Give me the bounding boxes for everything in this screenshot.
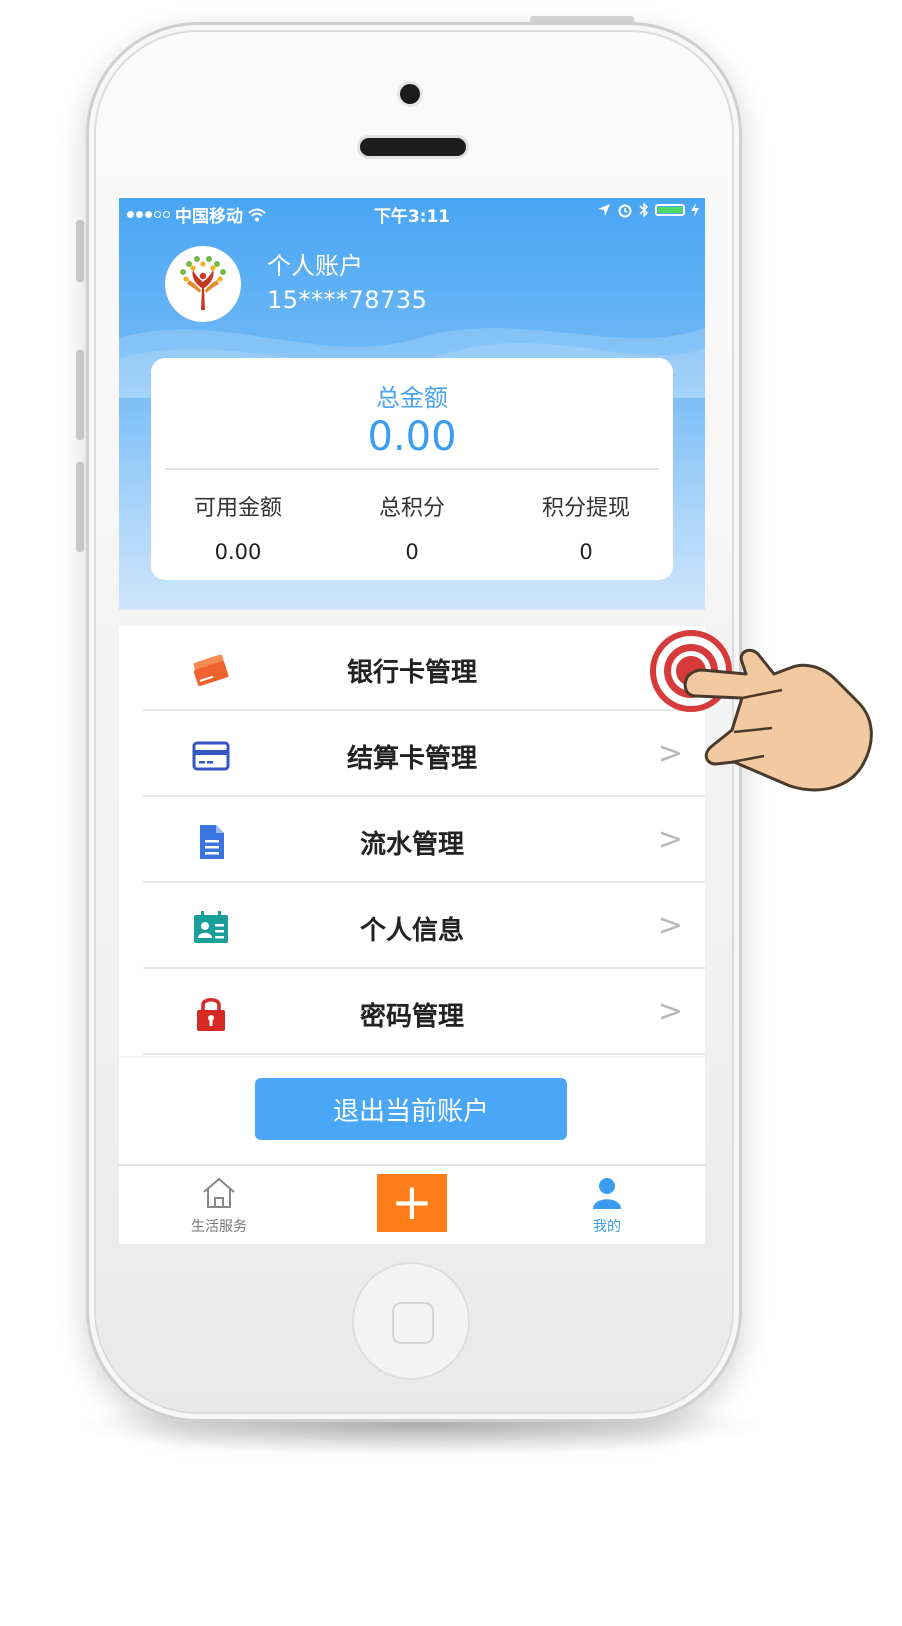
tab-bar: 生活服务 + 我的 [119,1164,705,1244]
divider [143,709,705,711]
divider [143,881,705,883]
chevron-right-icon: > [657,822,683,857]
volume-up-button [76,350,84,440]
chevron-right-icon: > [657,994,683,1029]
tree-logo-icon [167,248,239,320]
menu-item-label: 个人信息 [359,916,464,946]
alarm-icon [618,204,632,218]
charging-bolt-icon [691,203,699,217]
stat-value: 0 [579,540,593,564]
mute-switch [76,220,84,282]
bluetooth-icon [639,202,649,218]
menu-item-label: 流水管理 [359,830,464,860]
card-divider [165,468,659,470]
add-button[interactable]: + [377,1174,447,1232]
menu-item-bank-card[interactable]: 银行卡管理 > [119,626,705,711]
account-header: 中国移动 下午3:11 个人账户 15****78735 总金额 0.00 可用… [119,198,705,610]
total-amount-label: 总金额 [376,384,448,412]
tab-label: 生活服务 [191,1219,247,1235]
battery-icon [655,204,685,216]
app-screen: 中国移动 下午3:11 个人账户 15****78735 总金额 0.00 可用… [119,198,705,1244]
user-icon [593,1178,621,1209]
earpiece-speaker [360,138,466,156]
status-bar: 中国移动 下午3:11 [119,198,705,228]
stat-available-amount[interactable]: 可用金额 0.00 [151,490,325,564]
menu-item-label: 银行卡管理 [346,658,477,688]
avatar[interactable] [165,246,241,322]
menu-item-label: 密码管理 [359,1002,464,1032]
location-arrow-icon [598,204,610,216]
menu-item-personal-info[interactable]: 个人信息 > [119,884,705,969]
menu-item-password[interactable]: 密码管理 > [119,970,705,1055]
stat-label: 总积分 [378,496,445,521]
balance-card: 总金额 0.00 可用金额 0.00 总积分 0 积分提现 0 [151,358,673,580]
menu-item-settlement-card[interactable]: 结算卡管理 > [119,712,705,797]
volume-down-button [76,462,84,552]
menu-item-label: 结算卡管理 [346,744,477,774]
tab-label: 我的 [593,1219,621,1235]
stat-label: 可用金额 [193,496,282,521]
divider [143,795,705,797]
menu-item-transactions[interactable]: 流水管理 > [119,798,705,883]
front-camera [400,84,420,104]
tab-life-services[interactable]: 生活服务 [159,1176,279,1236]
total-amount-value: 0.00 [367,414,457,460]
stat-value: 0 [405,540,419,564]
logout-button[interactable]: 退出当前账户 [255,1078,567,1140]
tab-me[interactable]: 我的 [547,1176,667,1236]
logout-area: 退出当前账户 [119,1058,705,1164]
stat-value: 0.00 [214,540,262,564]
account-title: 个人账户 [267,252,363,280]
chevron-right-icon: > [657,908,683,943]
pointing-hand-icon [683,648,873,792]
stat-total-points[interactable]: 总积分 0 [325,490,499,564]
account-phone: 15****78735 [267,286,428,314]
settings-menu: 银行卡管理 > 结算卡管理 > 流水管理 > [119,626,705,1056]
divider [143,1053,705,1055]
stat-label: 积分提现 [541,496,630,521]
divider [143,967,705,969]
home-button[interactable] [352,1262,470,1380]
stat-points-withdraw[interactable]: 积分提现 0 [499,490,673,564]
home-icon [203,1177,235,1208]
